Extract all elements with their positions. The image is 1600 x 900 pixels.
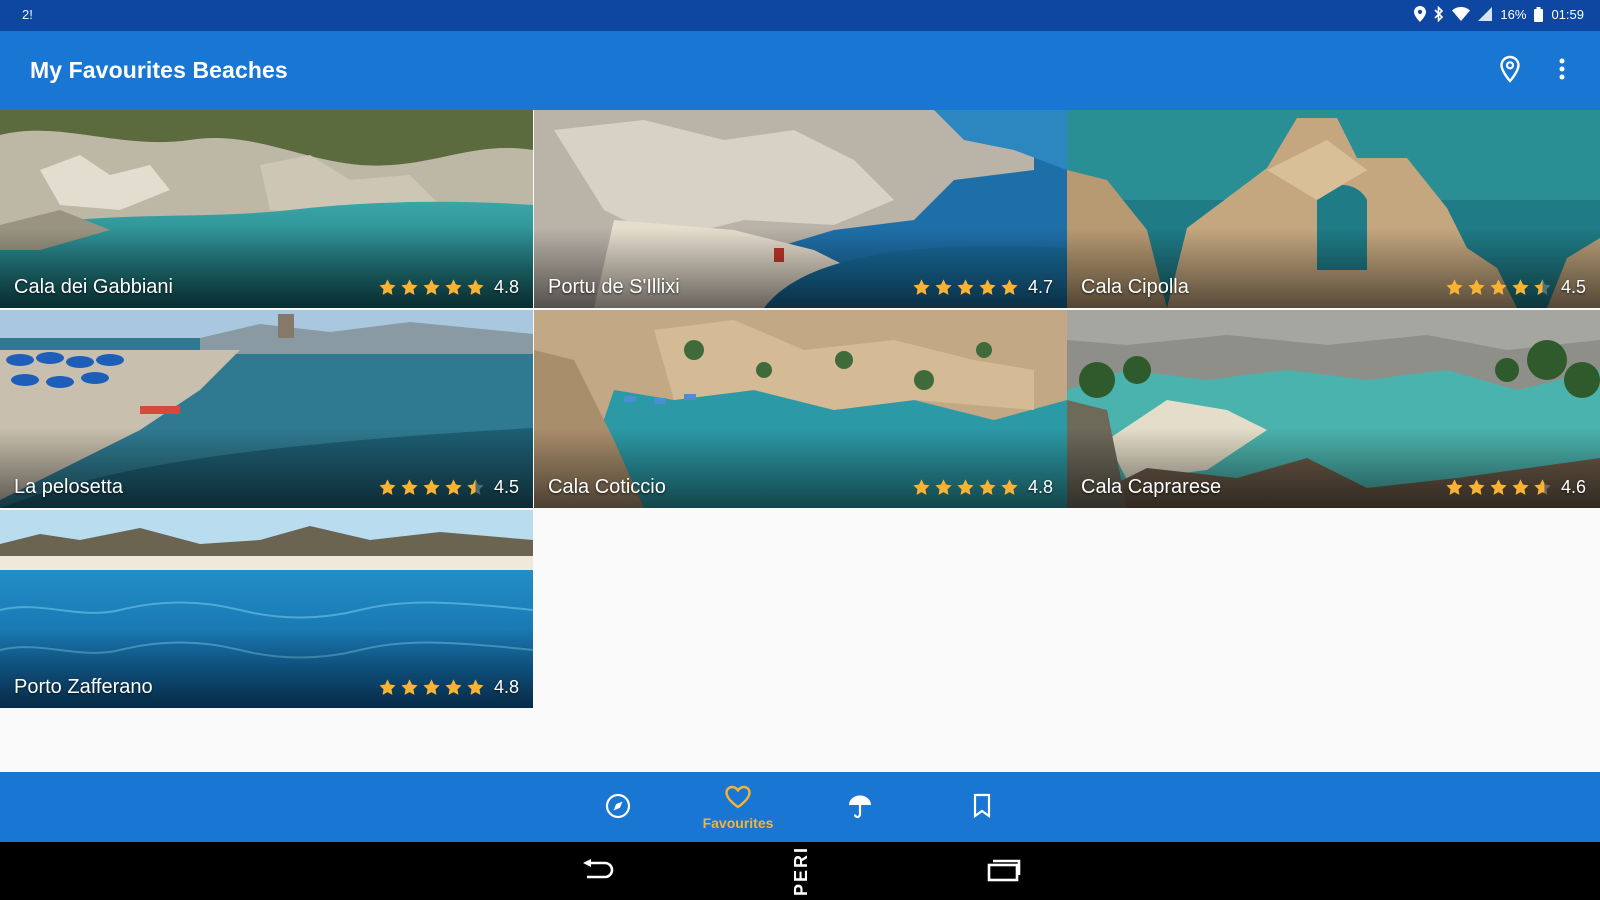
page-title: My Favourites Beaches <box>30 57 288 83</box>
beach-rating: 4.7 <box>912 277 1053 298</box>
beach-card[interactable]: Portu de S'Illixi 4.7 <box>534 110 1067 308</box>
nav-favourites[interactable]: Favourites <box>693 780 783 836</box>
star-icon <box>1468 479 1485 495</box>
nav-beaches[interactable] <box>815 780 905 836</box>
star-icon <box>401 279 418 295</box>
back-arrow-icon <box>581 858 615 887</box>
beach-name: Portu de S'Illixi <box>548 276 680 298</box>
beach-rating: 4.5 <box>1445 277 1586 298</box>
star-icon <box>467 279 484 295</box>
beach-card[interactable]: Cala Cipolla 4.5 <box>1067 110 1600 308</box>
star-icon <box>1512 479 1529 495</box>
star-icon <box>445 679 462 695</box>
star-icon <box>1512 279 1529 295</box>
star-half-icon <box>1001 279 1018 295</box>
status-notification-text: 2! <box>22 7 33 22</box>
status-bar: 2! 16% 01:59 <box>0 0 1600 31</box>
star-icon <box>979 279 996 295</box>
beach-name: Cala Caprarese <box>1081 476 1222 498</box>
beach-card[interactable]: Cala dei Gabbiani 4.8 <box>0 110 533 308</box>
star-icon <box>467 679 484 695</box>
star-icon <box>1001 479 1018 495</box>
star-icon <box>1468 279 1485 295</box>
beach-name: La pelosetta <box>14 476 123 498</box>
rating-score: 4.8 <box>493 677 519 697</box>
star-icon <box>423 479 440 495</box>
rating-score: 4.5 <box>1560 277 1586 297</box>
location-pin-icon <box>1499 55 1521 88</box>
star-icon <box>935 279 952 295</box>
star-icon <box>1446 279 1463 295</box>
location-status-icon <box>1414 6 1427 22</box>
star-icon <box>401 679 418 695</box>
beach-name: Cala Coticcio <box>548 476 666 498</box>
rating-score: 4.8 <box>493 277 519 297</box>
battery-icon <box>1534 6 1544 22</box>
map-button[interactable] <box>1494 55 1526 87</box>
system-navigation-bar: PERI <box>0 842 1600 900</box>
star-icon <box>957 279 974 295</box>
rating-score: 4.7 <box>1027 277 1053 297</box>
star-icon <box>379 679 396 695</box>
app-bar: My Favourites Beaches <box>0 31 1600 110</box>
beach-rating: 4.8 <box>912 477 1053 498</box>
star-icon <box>445 479 462 495</box>
beach-rating: 4.8 <box>378 277 519 298</box>
star-icon <box>979 479 996 495</box>
beach-card[interactable]: La pelosetta 4.5 <box>0 310 533 508</box>
home-text: PERI <box>790 845 811 896</box>
bookmark-icon <box>972 793 992 824</box>
app-screen: 2! 16% 01:59 My Favourites Beaches Cala … <box>0 0 1600 900</box>
rating-score: 4.6 <box>1560 477 1586 497</box>
system-back-button[interactable] <box>578 855 618 889</box>
star-half-icon <box>1534 279 1551 295</box>
star-half-icon <box>1534 479 1551 495</box>
beach-name: Cala Cipolla <box>1081 276 1189 298</box>
nav-saved[interactable] <box>937 780 1027 836</box>
rating-score: 4.5 <box>493 477 519 497</box>
star-icon <box>913 279 930 295</box>
system-recents-button[interactable] <box>984 855 1024 889</box>
heart-icon <box>724 785 752 814</box>
status-time: 01:59 <box>1551 6 1584 22</box>
star-icon <box>1446 479 1463 495</box>
bluetooth-icon <box>1434 6 1444 22</box>
recents-icon <box>987 858 1021 887</box>
system-home-label[interactable]: PERI <box>790 842 811 900</box>
beach-name: Cala dei Gabbiani <box>14 276 173 298</box>
beach-card[interactable]: Cala Caprarese 4.6 <box>1067 310 1600 508</box>
status-icons: 16% 01:59 <box>1414 6 1584 22</box>
star-icon <box>957 479 974 495</box>
nav-explore[interactable] <box>573 780 663 836</box>
bottom-navigation: Favourites <box>0 772 1600 842</box>
beach-rating: 4.8 <box>378 677 519 698</box>
compass-icon <box>605 793 631 824</box>
star-icon <box>935 479 952 495</box>
umbrella-icon <box>846 792 874 825</box>
beach-rating: 4.6 <box>1445 477 1586 498</box>
beach-name: Porto Zafferano <box>14 676 153 698</box>
star-icon <box>1490 479 1507 495</box>
beach-card[interactable]: Cala Coticcio 4.8 <box>534 310 1067 508</box>
cell-signal-icon <box>1478 7 1493 21</box>
star-icon <box>423 279 440 295</box>
star-icon <box>423 679 440 695</box>
nav-favourites-label: Favourites <box>702 815 774 831</box>
star-icon <box>445 279 462 295</box>
star-icon <box>1490 279 1507 295</box>
star-icon <box>913 479 930 495</box>
overflow-menu-button[interactable] <box>1546 55 1578 87</box>
star-half-icon <box>467 479 484 495</box>
rating-score: 4.8 <box>1027 477 1053 497</box>
beach-rating: 4.5 <box>378 477 519 498</box>
star-icon <box>379 479 396 495</box>
more-vert-icon <box>1559 58 1565 85</box>
beach-card[interactable]: Porto Zafferano 4.8 <box>0 510 533 708</box>
star-icon <box>379 279 396 295</box>
star-icon <box>401 479 418 495</box>
battery-percent: 16% <box>1500 6 1527 22</box>
wifi-icon <box>1452 7 1471 21</box>
